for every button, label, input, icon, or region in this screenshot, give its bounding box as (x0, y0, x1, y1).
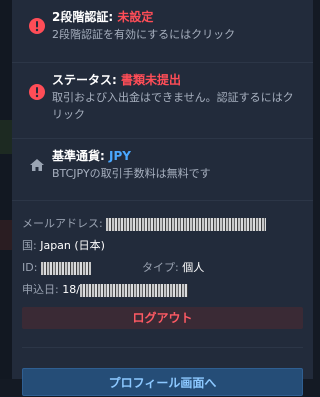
country-label: 国: (22, 239, 41, 252)
currency-value: JPY (108, 149, 131, 163)
currency-label: 基準通貨: (52, 149, 109, 163)
status-title: ステータス: 書類未提出 (52, 71, 305, 89)
alert-icon (28, 83, 46, 101)
type-field: タイプ: 個人 (142, 257, 204, 279)
account-dropdown-panel: 2段階認証: 未設定 2段階認証を有効にするにはクリック ステータス: 書類未提… (12, 0, 313, 396)
background-mark (0, 220, 12, 250)
applied-redacted (79, 283, 188, 297)
profile-page-button[interactable]: プロフィール画面へ (22, 368, 303, 396)
applied-label: 申込日: (22, 283, 63, 296)
background-strip (0, 0, 12, 379)
two-factor-status: 未設定 (117, 10, 154, 24)
id-redacted (40, 261, 91, 275)
status-label: ステータス: (52, 73, 121, 87)
logout-button[interactable]: ログアウト (22, 307, 303, 329)
type-label: タイプ: (142, 261, 183, 274)
applied-date-row: 申込日: 18/ (22, 279, 303, 301)
base-currency-item[interactable]: 基準通貨: JPY BTCJPYの取引手数料は無料です (12, 138, 313, 200)
email-label: メールアドレス: (22, 217, 107, 230)
status-value: 書類未提出 (120, 73, 181, 87)
email-row: メールアドレス: (22, 213, 303, 235)
currency-title: 基準通貨: JPY (52, 147, 305, 165)
applied-value: 18/ (62, 283, 80, 296)
country-value: Japan (日本) (40, 239, 105, 252)
two-factor-item[interactable]: 2段階認証: 未設定 2段階認証を有効にするにはクリック (12, 0, 313, 62)
account-info: メールアドレス: 国: Japan (日本) ID: タイプ: 個人 申込日: … (12, 201, 313, 396)
background-mark (0, 120, 12, 154)
currency-description: BTCJPYの取引手数料は無料です (52, 167, 211, 180)
email-redacted (106, 217, 267, 231)
type-value: 個人 (182, 261, 205, 274)
country-row: 国: Japan (日本) (22, 235, 303, 257)
two-factor-title: 2段階認証: 未設定 (52, 8, 305, 26)
divider (22, 347, 303, 348)
two-factor-description: 2段階認証を有効にするにはクリック (52, 28, 236, 41)
verification-status-item[interactable]: ステータス: 書類未提出 取引および入出金はできません。認証するにはクリック (12, 62, 313, 138)
id-label: ID: (22, 261, 41, 274)
alert-icon (28, 17, 46, 35)
id-type-row: ID: タイプ: 個人 (22, 257, 303, 279)
two-factor-label: 2段階認証: (52, 10, 118, 24)
home-icon (28, 156, 46, 174)
status-description: 取引および入出金はできません。認証するにはクリック (52, 91, 294, 121)
